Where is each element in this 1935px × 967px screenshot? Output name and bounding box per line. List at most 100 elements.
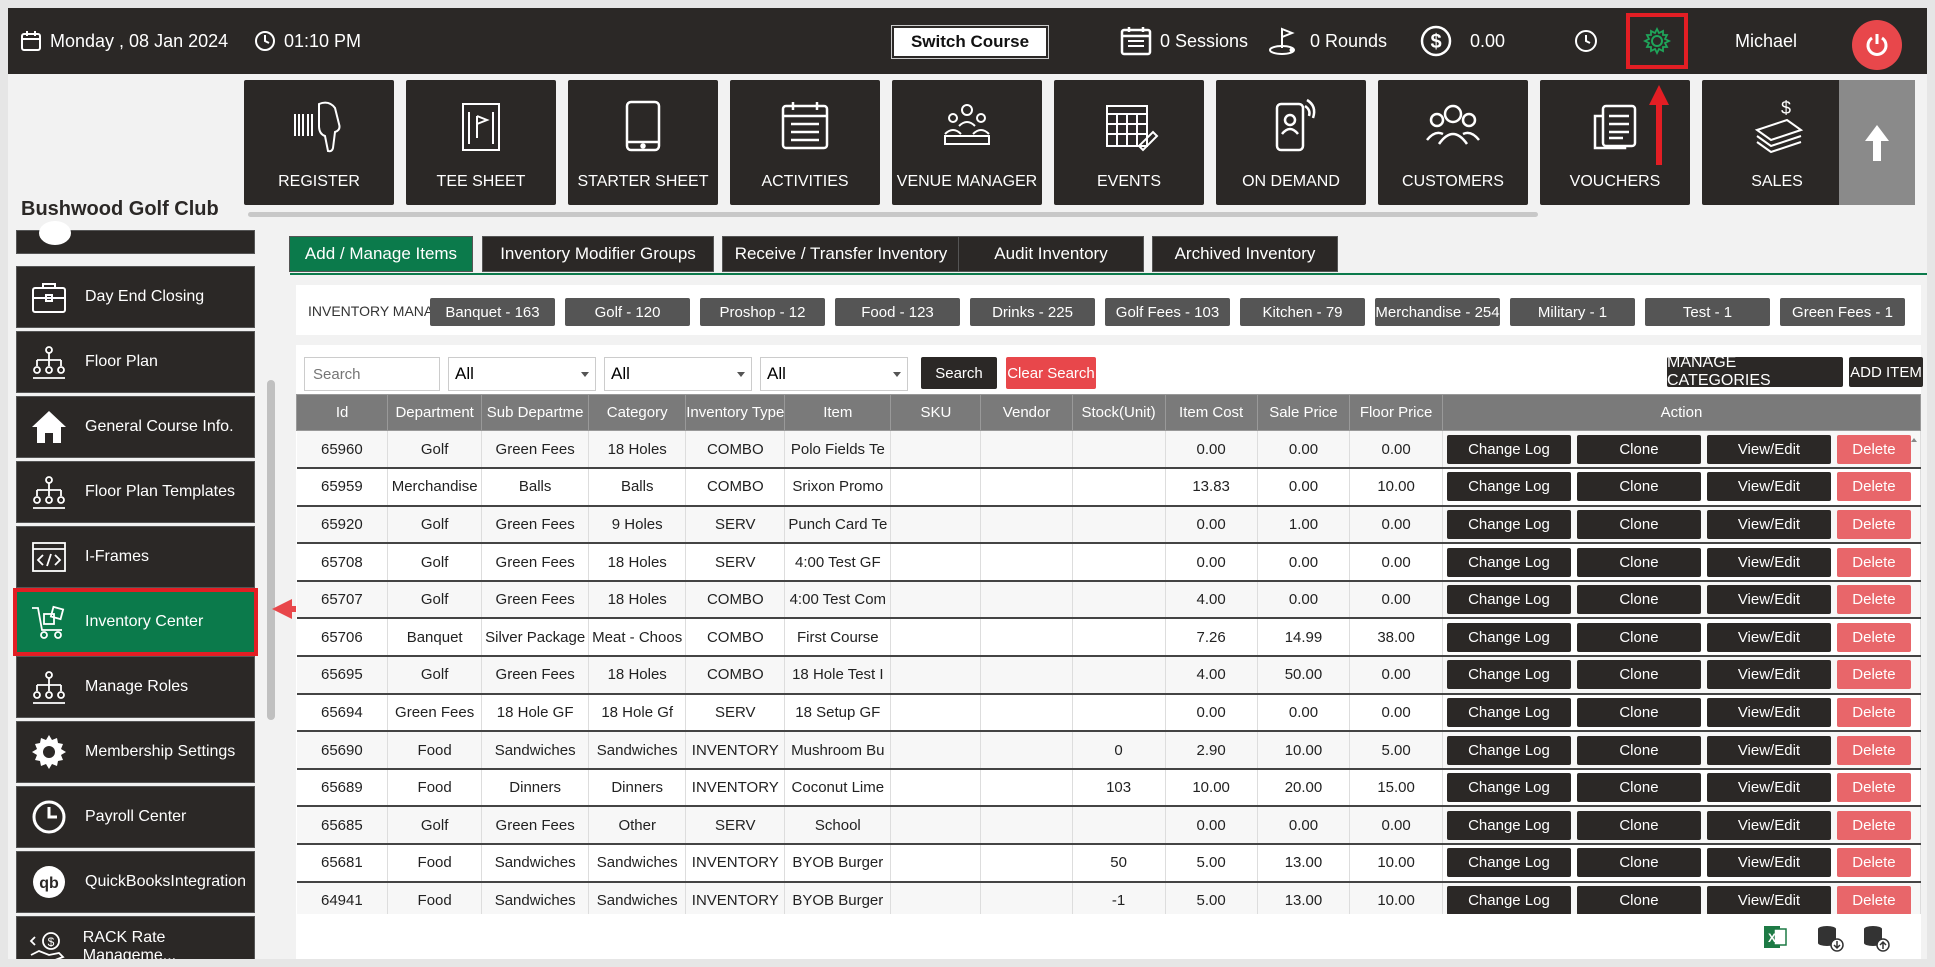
column-header[interactable]: Vendor [980,394,1073,431]
category-chip[interactable]: Green Fees - 1 [1780,298,1905,326]
clone-button[interactable]: Clone [1576,773,1701,803]
clone-button[interactable]: Clone [1576,509,1701,539]
view-edit-button[interactable]: View/Edit [1706,585,1831,615]
rounds-display[interactable]: 0 Rounds [1268,8,1387,74]
delete-button[interactable]: Delete [1836,810,1911,840]
nav-sales[interactable]: $ SALES [1702,80,1852,205]
view-edit-button[interactable]: View/Edit [1706,697,1831,727]
view-edit-button[interactable]: View/Edit [1706,547,1831,577]
nav-events[interactable]: EVENTS [1054,80,1204,205]
scroll-up-button[interactable] [1839,80,1915,205]
user-name[interactable]: Michael [1735,8,1797,74]
view-edit-button[interactable]: View/Edit [1706,434,1831,464]
clone-button[interactable]: Clone [1576,585,1701,615]
delete-button[interactable]: Delete [1836,622,1911,652]
clone-button[interactable]: Clone [1576,660,1701,690]
balance-display[interactable]: $ 0.00 [1420,8,1505,74]
sidebar-scrollbar-thumb[interactable] [267,380,275,720]
clone-button[interactable]: Clone [1576,885,1701,914]
search-button[interactable]: Search [921,357,997,389]
tab-audit-inventory[interactable]: Audit Inventory [958,236,1144,272]
delete-button[interactable]: Delete [1836,848,1911,878]
delete-button[interactable]: Delete [1836,735,1911,765]
table-row[interactable]: 65708 Golf Green Fees 18 Holes SERV 4:00 Test… [296,543,1921,582]
view-edit-button[interactable]: View/Edit [1706,885,1831,914]
column-header[interactable]: Item [784,394,892,431]
category-select[interactable]: All [760,357,908,391]
view-edit-button[interactable]: View/Edit [1706,509,1831,539]
table-row[interactable]: 65694 Green Fees 18 Hole GF 18 Hole Gf SERV 1… [296,693,1921,733]
change-log-button[interactable]: Change Log [1446,622,1571,652]
clone-button[interactable]: Clone [1576,697,1701,727]
view-edit-button[interactable]: View/Edit [1706,773,1831,803]
nav-venue-manager[interactable]: VENUE MANAGER [892,80,1042,205]
change-log-button[interactable]: Change Log [1446,660,1571,690]
clone-button[interactable]: Clone [1576,622,1701,652]
table-row[interactable]: 65959 Merchandise Balls Balls COMBO Srixon Pr… [296,468,1921,507]
table-row[interactable]: 65685 Golf Green Fees Other SERV School 0.00 0.… [296,806,1921,846]
sidebar-item-floor-plan[interactable]: Floor Plan [16,331,255,393]
table-row[interactable]: 65689 Food Dinners Dinners INVENTORY Coconut … [296,768,1921,808]
category-chip[interactable]: Merchandise - 254 [1375,298,1500,326]
nav-tee-sheet[interactable]: TEE SHEET [406,80,556,205]
column-header[interactable]: Department [387,394,483,431]
settings-button[interactable] [1626,13,1688,69]
column-header[interactable]: Floor Price [1349,394,1443,431]
table-row[interactable]: 65920 Golf Green Fees 9 Holes SERV Punch Card… [296,505,1921,545]
view-edit-button[interactable]: View/Edit [1706,848,1831,878]
change-log-button[interactable]: Change Log [1446,773,1571,803]
manage-categories-button[interactable]: MANAGE CATEGORIES [1667,354,1843,389]
nav-register[interactable]: REGISTER [244,80,394,205]
table-scrollbar[interactable] [1908,434,1920,914]
change-log-button[interactable]: Change Log [1446,509,1571,539]
table-row[interactable]: 65707 Golf Green Fees 18 Holes COMBO 4:00 Tes… [296,580,1921,620]
category-chip[interactable]: Proshop - 12 [700,298,825,326]
column-header[interactable]: Action [1441,394,1921,431]
tab-modifier-groups[interactable]: Inventory Modifier Groups [482,236,714,272]
clone-button[interactable]: Clone [1576,547,1701,577]
change-log-button[interactable]: Change Log [1446,585,1571,615]
clone-button[interactable]: Clone [1576,472,1701,502]
excel-export-icon[interactable]: X [1762,924,1788,950]
sidebar-item-payroll-center[interactable]: Payroll Center [16,786,255,848]
sidebar-item-i-frames[interactable]: I-Frames [16,526,255,588]
category-chip[interactable]: Military - 1 [1510,298,1635,326]
sidebar-item-quickbooks[interactable]: qb QuickBooksIntegration [16,851,255,913]
search-input[interactable] [304,357,440,391]
delete-button[interactable]: Delete [1836,773,1911,803]
change-log-button[interactable]: Change Log [1446,434,1571,464]
column-header[interactable]: Item Cost [1164,394,1258,431]
database-upload-icon[interactable] [1862,924,1890,952]
column-header[interactable]: Inventory Type [685,394,786,431]
table-row[interactable]: 65690 Food Sandwiches Sandwiches INVENTORY Mu… [296,731,1921,770]
switch-course-button[interactable]: Switch Course [891,25,1049,59]
change-log-button[interactable]: Change Log [1446,472,1571,502]
nav-customers[interactable]: CUSTOMERS [1378,80,1528,205]
sidebar-item-manage-roles[interactable]: Manage Roles [16,656,255,718]
history-clock-button[interactable] [1574,8,1606,74]
nav-activities[interactable]: ACTIVITIES [730,80,880,205]
category-chip[interactable]: Kitchen - 79 [1240,298,1365,326]
column-header[interactable]: SKU [890,394,982,431]
delete-button[interactable]: Delete [1836,547,1911,577]
logout-button[interactable] [1852,20,1902,70]
view-edit-button[interactable]: View/Edit [1706,735,1831,765]
clone-button[interactable]: Clone [1576,810,1701,840]
view-edit-button[interactable]: View/Edit [1706,622,1831,652]
column-header[interactable]: Sub Departme [481,394,590,431]
department-select[interactable]: All [448,357,596,391]
table-row[interactable]: 65681 Food Sandwiches Sandwiches INVENTORY BY… [296,844,1921,883]
sidebar-item-partial[interactable] [16,221,255,254]
column-header[interactable]: Category [588,394,687,431]
column-header[interactable]: Id [296,394,389,431]
sidebar-item-general-course-info[interactable]: General Course Info. [16,396,255,458]
tab-archived-inventory[interactable]: Archived Inventory [1152,236,1338,272]
sessions-display[interactable]: 0 Sessions [1120,8,1248,74]
delete-button[interactable]: Delete [1836,585,1911,615]
sidebar-item-inventory-center[interactable]: Inventory Center [13,588,258,656]
nav-scrollbar[interactable] [248,212,1538,217]
category-chip[interactable]: Golf Fees - 103 [1105,298,1230,326]
tab-receive-transfer[interactable]: Receive / Transfer Inventory [722,236,960,272]
category-chip[interactable]: Drinks - 225 [970,298,1095,326]
change-log-button[interactable]: Change Log [1446,697,1571,727]
